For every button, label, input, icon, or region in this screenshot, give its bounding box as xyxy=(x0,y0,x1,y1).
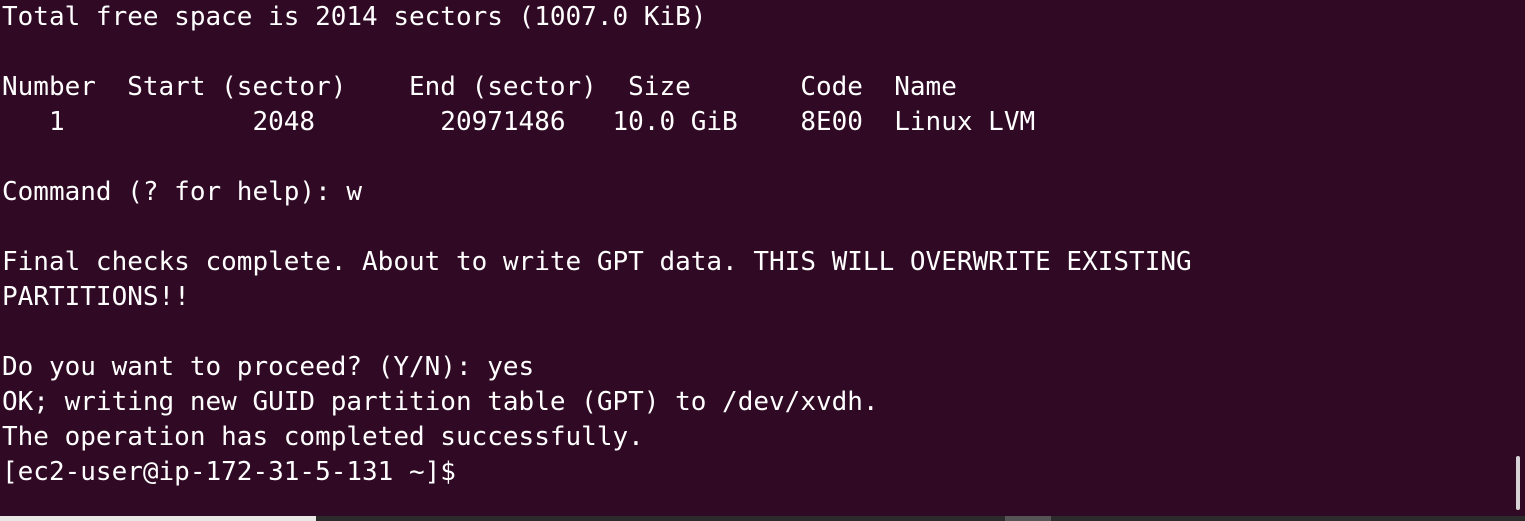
command-line: Command (? for help): w xyxy=(2,177,363,207)
taskbar-strip xyxy=(316,516,1525,521)
writing-status-line: OK; writing new GUID partition table (GP… xyxy=(2,387,879,417)
scrollbar[interactable] xyxy=(1511,0,1525,514)
free-space-line: Total free space is 2014 sectors (1007.0… xyxy=(2,2,707,32)
partition-row: 1 2048 20971486 10.0 GiB 8E00 Linux LVM xyxy=(2,107,1036,137)
warning-line: Final checks complete. About to write GP… xyxy=(2,247,1192,277)
terminal-output[interactable]: Total free space is 2014 sectors (1007.0… xyxy=(2,0,1511,490)
terminal-window[interactable]: Total free space is 2014 sectors (1007.0… xyxy=(0,0,1525,521)
success-line: The operation has completed successfully… xyxy=(2,422,644,452)
scrollbar-thumb[interactable] xyxy=(1516,456,1520,510)
taskbar-handle xyxy=(1005,516,1051,521)
shell-prompt[interactable]: [ec2-user@ip-172-31-5-131 ~]$ xyxy=(2,455,1511,490)
warning-line-continued: PARTITIONS!! xyxy=(2,282,190,312)
partition-table-header: Number Start (sector) End (sector) Size … xyxy=(2,72,957,102)
proceed-question-line: Do you want to proceed? (Y/N): yes xyxy=(2,352,535,382)
